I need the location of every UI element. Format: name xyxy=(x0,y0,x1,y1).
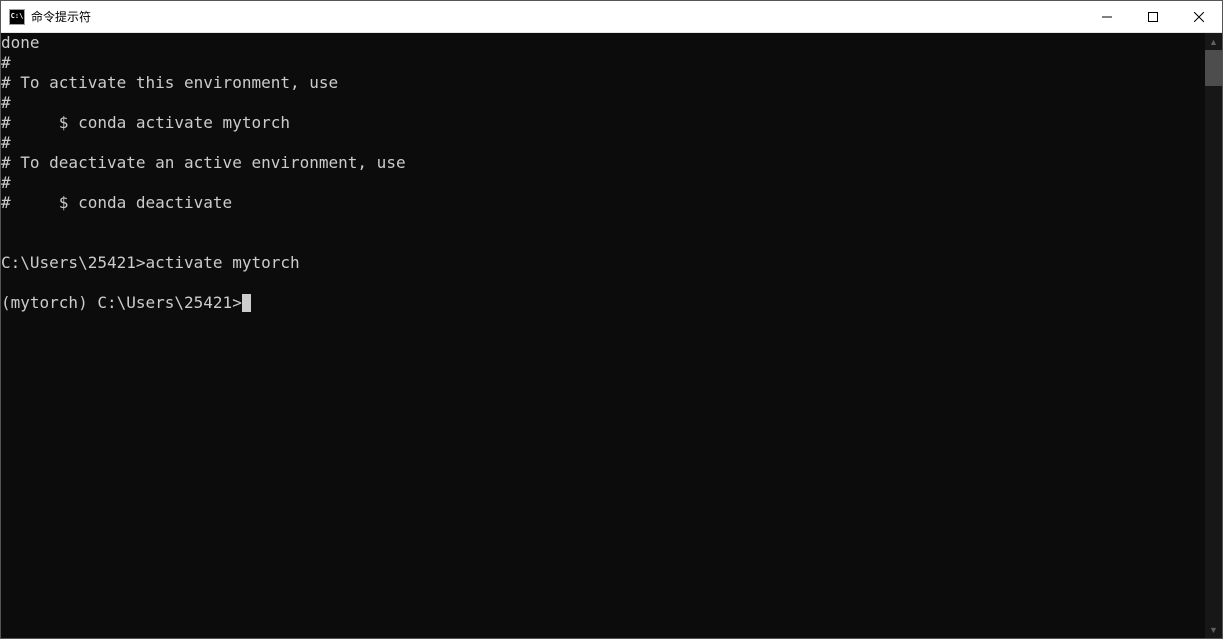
terminal-output[interactable]: done # # To activate this environment, u… xyxy=(1,33,1205,638)
close-icon xyxy=(1194,12,1204,22)
window-controls xyxy=(1084,1,1222,32)
window-title: 命令提示符 xyxy=(31,8,91,25)
terminal-area: done # # To activate this environment, u… xyxy=(1,33,1222,638)
minimize-icon xyxy=(1102,12,1112,22)
scroll-track[interactable] xyxy=(1205,50,1222,621)
maximize-icon xyxy=(1148,12,1158,22)
titlebar[interactable]: C:\ 命令提示符 xyxy=(1,1,1222,33)
scroll-thumb[interactable] xyxy=(1205,50,1222,86)
terminal-cursor xyxy=(242,294,251,312)
maximize-button[interactable] xyxy=(1130,1,1176,32)
close-button[interactable] xyxy=(1176,1,1222,32)
cmd-window: C:\ 命令提示符 done # # To activate this envi… xyxy=(0,0,1223,639)
scroll-up-arrow[interactable]: ▲ xyxy=(1205,33,1222,50)
vertical-scrollbar[interactable]: ▲ ▼ xyxy=(1205,33,1222,638)
titlebar-left: C:\ 命令提示符 xyxy=(1,8,91,25)
cmd-icon: C:\ xyxy=(9,9,25,25)
scroll-down-arrow[interactable]: ▼ xyxy=(1205,621,1222,638)
minimize-button[interactable] xyxy=(1084,1,1130,32)
